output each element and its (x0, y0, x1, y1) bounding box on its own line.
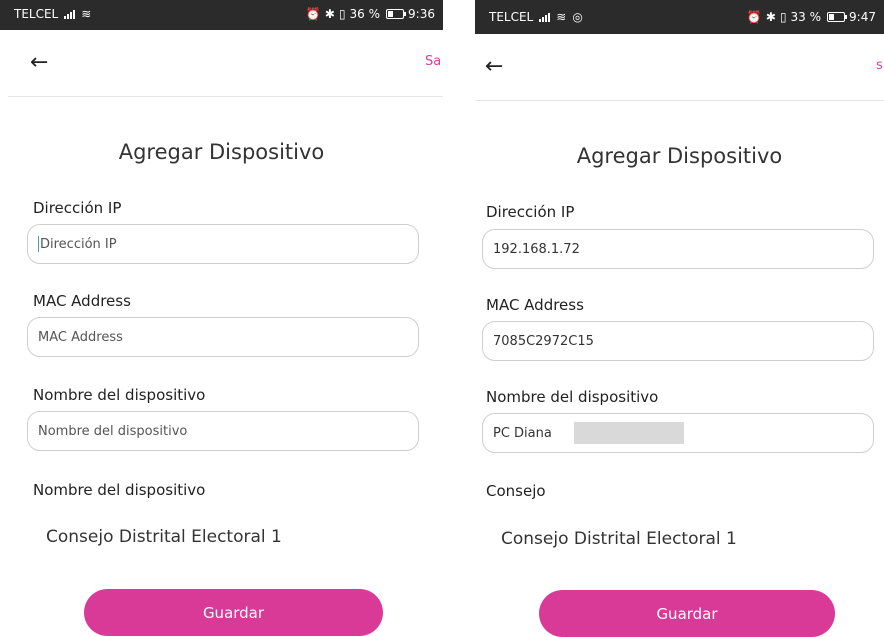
save-button[interactable]: Guardar (539, 590, 835, 637)
alarm-icon: ⏰ (746, 10, 762, 24)
signal-icon (64, 9, 76, 19)
vibrate-icon: ▯ (338, 7, 346, 21)
bluetooth-icon: ✱ (765, 10, 776, 24)
mac-label: MAC Address (33, 292, 131, 310)
left-screen: TELCEL ≋ ⏰ ✱ ▯ 36 % 9:36 ← Sa Agregar Di… (0, 0, 443, 637)
bluetooth-icon: ✱ (324, 7, 335, 21)
whatsapp-icon: ◎ (572, 10, 583, 24)
mac-input[interactable]: MAC Address (27, 317, 419, 357)
ip-input[interactable]: Dirección IP (27, 224, 419, 264)
battery-icon (386, 9, 407, 19)
ip-input[interactable]: 192.168.1.72 (482, 229, 874, 269)
save-button[interactable]: Guardar (84, 589, 383, 636)
text-cursor (38, 236, 39, 252)
device-name-label: Nombre del dispositivo (33, 386, 206, 404)
council-value[interactable]: Consejo Distrital Electoral 1 (46, 527, 282, 547)
back-arrow-icon[interactable]: ← (30, 50, 48, 75)
council-label: Nombre del dispositivo (33, 481, 206, 499)
ip-label: Dirección IP (486, 203, 575, 221)
mac-input[interactable]: 7085C2972C15 (482, 321, 874, 361)
clock: 9:47 (849, 10, 876, 24)
clock: 9:36 (408, 7, 435, 21)
ip-value: 192.168.1.72 (493, 241, 580, 257)
app-bar: ← Sa (8, 30, 443, 97)
back-arrow-icon[interactable]: ← (485, 54, 503, 79)
device-name-label: Nombre del dispositivo (486, 388, 659, 406)
app-bar: ← s (475, 34, 884, 101)
save-link[interactable]: Sa (425, 54, 443, 69)
device-name-input[interactable]: Nombre del dispositivo (27, 411, 419, 451)
right-screen: TELCEL ≋ ◎ ⏰ ✱ ▯ 33 % 9:47 ← s Agregar D… (475, 0, 884, 637)
page-title: Agregar Dispositivo (576, 144, 783, 168)
status-bar: TELCEL ≋ ⏰ ✱ ▯ 36 % 9:36 (0, 0, 443, 30)
page-title: Agregar Dispositivo (118, 140, 325, 164)
device-name-value: PC Diana (493, 425, 552, 441)
redacted-block (573, 422, 684, 444)
ip-placeholder: Dirección IP (40, 236, 117, 252)
carrier-label: TELCEL (489, 10, 534, 24)
wifi-icon: ≋ (81, 7, 92, 21)
save-link[interactable]: s (876, 58, 884, 73)
mac-placeholder: MAC Address (38, 329, 123, 345)
battery-percent: 33 % (790, 10, 822, 24)
alarm-icon: ⏰ (305, 7, 321, 21)
mac-value: 7085C2972C15 (493, 333, 594, 349)
council-value[interactable]: Consejo Distrital Electoral 1 (501, 529, 737, 549)
mac-label: MAC Address (486, 296, 584, 314)
ip-label: Dirección IP (33, 199, 122, 217)
wifi-icon: ≋ (556, 10, 567, 24)
battery-percent: 36 % (349, 7, 381, 21)
status-bar: TELCEL ≋ ◎ ⏰ ✱ ▯ 33 % 9:47 (475, 0, 884, 34)
battery-icon (827, 12, 848, 22)
signal-icon (539, 12, 551, 22)
device-name-placeholder: Nombre del dispositivo (38, 423, 188, 439)
device-name-input[interactable]: PC Diana (482, 413, 874, 453)
carrier-label: TELCEL (14, 7, 59, 21)
vibrate-icon: ▯ (779, 10, 787, 24)
council-label: Consejo (486, 482, 546, 500)
